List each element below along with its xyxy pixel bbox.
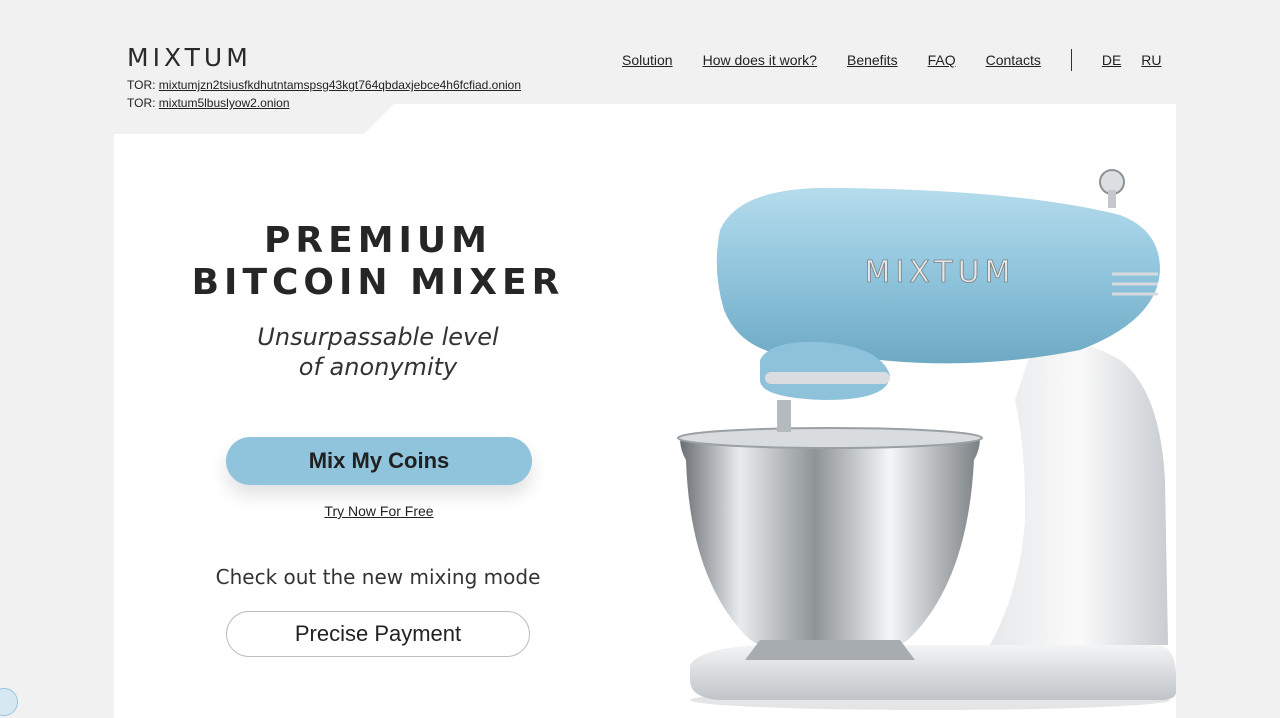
hero-subtitle-line: of anonymity — [298, 353, 458, 381]
mixer-stand — [990, 343, 1168, 645]
nav-solution[interactable]: Solution — [622, 52, 673, 68]
lang-de[interactable]: DE — [1102, 52, 1121, 68]
hero-title-line: PREMIUM — [264, 220, 492, 261]
hero-title-line: BITCOIN MIXER — [191, 262, 565, 303]
tor-label: TOR: — [127, 96, 156, 110]
stand-mixer-image: MIXTUM — [677, 169, 1176, 710]
chrome-ring — [765, 372, 890, 384]
precise-payment-button[interactable]: Precise Payment — [226, 611, 530, 657]
tor-address-line: TOR: mixtumjzn2tsiusfkdhutntamspsg43kgt7… — [127, 78, 521, 92]
tor-address-line: TOR: mixtum5lbuslyow2.onion — [127, 96, 290, 110]
try-free-link[interactable]: Try Now For Free — [226, 503, 532, 519]
tor-address-link[interactable]: mixtum5lbuslyow2.onion — [159, 96, 290, 110]
mix-my-coins-button[interactable]: Mix My Coins — [226, 437, 532, 485]
knob-stem — [1108, 190, 1116, 208]
tor-address-link[interactable]: mixtumjzn2tsiusfkdhutntamspsg43kgt764qbd… — [159, 78, 521, 92]
hero-subtitle: Unsurpassable level of anonymity — [178, 322, 578, 382]
mixer-bowl — [680, 438, 980, 656]
main-nav: Solution How does it work? Benefits FAQ … — [622, 49, 1182, 71]
nav-faq[interactable]: FAQ — [928, 52, 956, 68]
site-logo[interactable]: MIXTUM — [127, 44, 252, 72]
bowl-foot — [745, 640, 915, 660]
nav-contacts[interactable]: Contacts — [986, 52, 1041, 68]
nav-divider — [1070, 49, 1072, 71]
hero-title: PREMIUM BITCOIN MIXER — [178, 220, 578, 304]
nav-how-it-works[interactable]: How does it work? — [703, 52, 817, 68]
chat-bubble-icon[interactable] — [0, 688, 18, 716]
bowl-rim — [677, 427, 983, 449]
beater-shaft — [777, 400, 791, 432]
new-mode-text: Check out the new mixing mode — [215, 565, 541, 589]
nav-benefits[interactable]: Benefits — [847, 52, 898, 68]
hero-subtitle-line: Unsurpassable level — [257, 323, 499, 351]
tor-label: TOR: — [127, 78, 156, 92]
mixer-brand-text: MIXTUM — [865, 255, 1016, 290]
lang-ru[interactable]: RU — [1141, 52, 1161, 68]
